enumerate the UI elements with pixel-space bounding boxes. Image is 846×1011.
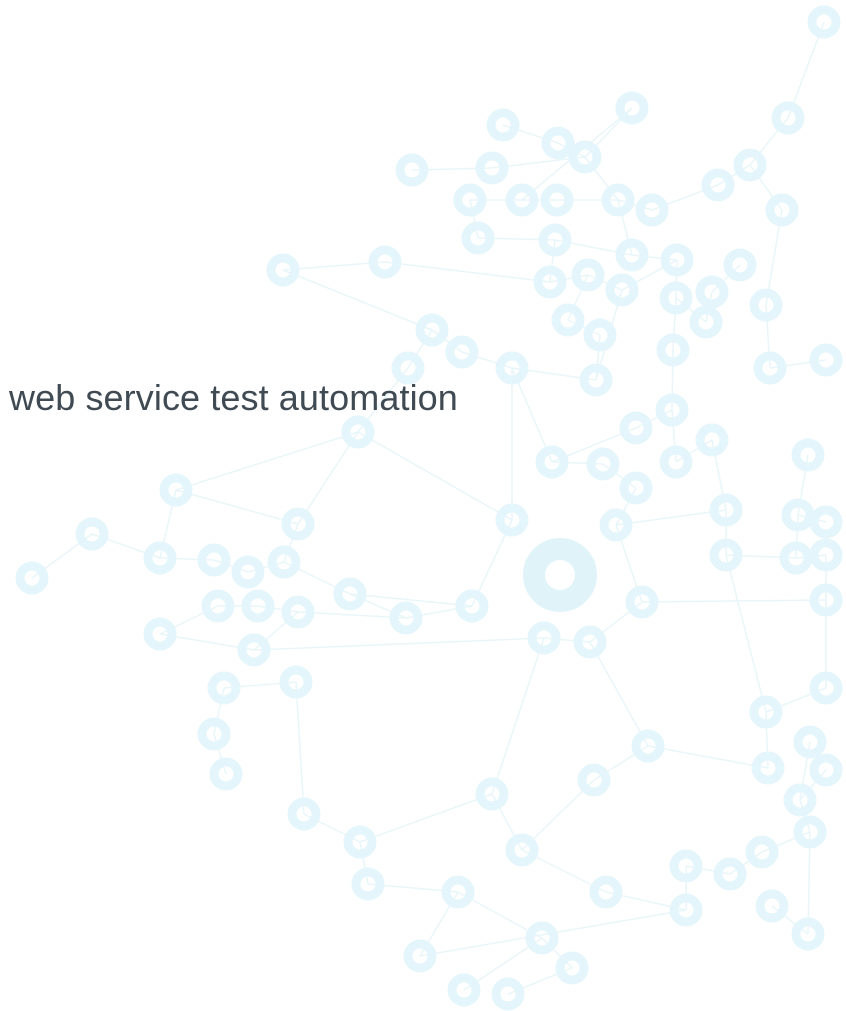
network-graph-icon	[15, 5, 843, 1011]
tagline: web service test automation	[9, 377, 458, 418]
